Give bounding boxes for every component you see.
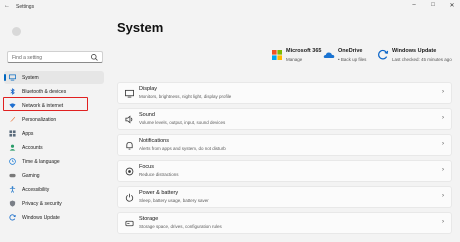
brush-icon [9,116,16,123]
sidebar-item-label: Time & language [22,159,60,165]
card-subtitle: Reduce distractions [139,172,179,177]
chevron-right-icon: › [442,193,444,199]
system-icon [9,74,16,81]
tile-title: Windows Update [392,48,437,54]
gamepad-icon [9,173,16,178]
microsoft-365-icon [272,50,282,60]
user-avatar[interactable] [12,27,21,36]
card-sound[interactable]: Sound Volume levels, output, input, soun… [117,108,452,130]
sidebar-item-label: Gaming [22,173,40,179]
shield-icon [9,200,16,207]
card-title: Display [139,86,158,92]
card-subtitle: Alerts from apps and system, do not dist… [139,146,226,151]
chevron-right-icon: › [442,115,444,121]
card-subtitle: Storage space, drives, configuration rul… [139,224,222,229]
card-subtitle: Monitors, brightness, night light, displ… [139,94,232,99]
chevron-right-icon: › [442,141,444,147]
sound-icon [125,115,133,124]
page-title: System [117,20,164,35]
tile-subtitle: Manage [286,57,303,62]
sidebar-item-label: Accounts [22,145,43,151]
search-icon [91,54,98,61]
sidebar-item-privacy[interactable]: Privacy & security [4,197,104,210]
search-placeholder: Find a setting [12,55,43,61]
maximize-button[interactable]: □ [428,2,438,8]
search-box[interactable]: Find a setting [7,51,103,63]
app-title: Settings [16,4,35,10]
sidebar-item-apps[interactable]: Apps [4,127,104,140]
sidebar-item-accounts[interactable]: Accounts [4,141,104,154]
card-focus[interactable]: Focus Reduce distractions › [117,160,452,182]
notifications-icon [126,141,133,150]
tile-title: Microsoft 365 [286,48,322,54]
sidebar-item-system[interactable]: System [4,71,104,84]
card-notifications[interactable]: Notifications Alerts from apps and syste… [117,134,452,156]
back-arrow-icon[interactable]: ← [4,3,10,9]
chevron-right-icon: › [442,219,444,225]
sidebar-item-gaming[interactable]: Gaming [4,169,104,182]
card-display[interactable]: Display Monitors, brightness, night ligh… [117,82,452,104]
display-icon [125,89,134,98]
minimize-button[interactable]: – [409,2,419,8]
close-button[interactable]: ✕ [447,2,457,9]
sidebar-item-label: Windows Update [22,215,60,221]
tile-title: OneDrive [338,48,363,54]
card-title: Notifications [139,138,169,144]
card-title: Sound [139,112,155,118]
sidebar-item-label: Privacy & security [22,201,62,207]
power-icon [125,193,134,202]
person-icon [9,144,16,151]
focus-icon [125,167,134,176]
tile-subtitle: • Back up files [338,57,367,62]
sidebar-item-windows-update[interactable]: Windows Update [4,211,104,224]
sidebar-item-label: System [22,75,39,81]
card-title: Power & battery [139,190,179,196]
card-subtitle: Volume levels, output, input, sound devi… [139,120,226,125]
sidebar-item-accessibility[interactable]: Accessibility [4,183,104,196]
card-subtitle: Sleep, battery usage, battery saver [139,198,209,203]
globe-clock-icon [9,158,16,165]
card-storage[interactable]: Storage Storage space, drives, configura… [117,212,452,234]
network-highlight-box [3,97,88,111]
chevron-right-icon: › [442,167,444,173]
accessibility-icon [9,186,16,193]
title-bar: ← Settings – □ ✕ [0,0,460,14]
card-power-battery[interactable]: Power & battery Sleep, battery usage, ba… [117,186,452,208]
sidebar-item-personalization[interactable]: Personalization [4,113,104,126]
storage-icon [125,220,134,227]
sidebar-item-time-language[interactable]: Time & language [4,155,104,168]
sidebar-item-label: Accessibility [22,187,50,193]
chevron-right-icon: › [442,89,444,95]
sidebar-item-label: Personalization [22,117,57,123]
card-title: Focus [139,164,154,170]
sidebar-item-label: Apps [22,131,34,137]
apps-icon [9,130,16,137]
windows-update-icon [378,49,389,60]
update-icon [9,214,16,221]
sidebar-item-label: Bluetooth & devices [22,89,67,95]
card-title: Storage [139,216,159,222]
tile-subtitle: Last checked: 45 minutes ago [392,57,452,62]
onedrive-icon [323,52,335,58]
bluetooth-icon [10,88,15,95]
